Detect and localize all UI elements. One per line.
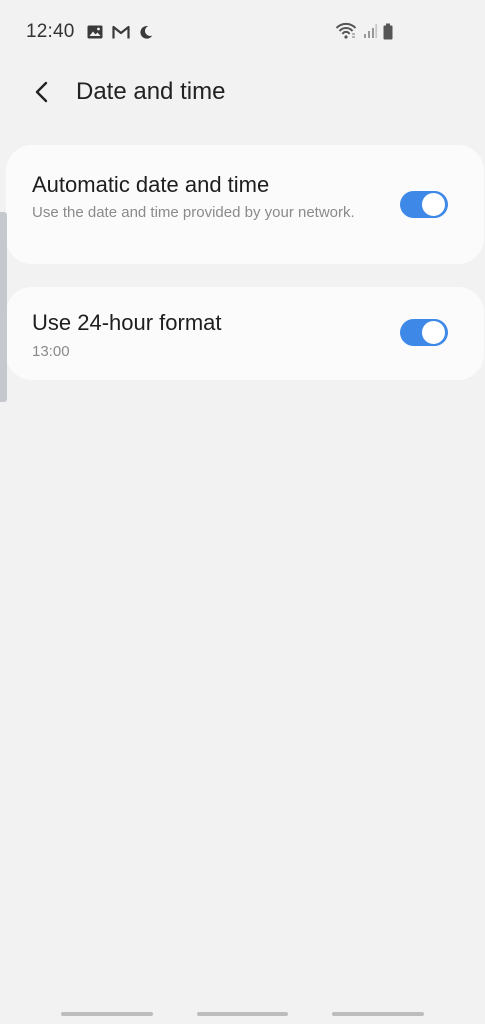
edge-panel-handle[interactable] xyxy=(0,212,7,402)
system-icons xyxy=(335,22,393,40)
status-bar: 12:40 xyxy=(0,0,485,62)
signal-icon xyxy=(364,24,377,38)
back-gesture-hint[interactable] xyxy=(332,1012,424,1016)
notification-icons xyxy=(87,24,153,40)
status-time: 12:40 xyxy=(26,21,75,42)
automatic-date-time-subtitle: Use the date and time provided by your n… xyxy=(32,204,355,221)
gmail-icon xyxy=(112,25,130,38)
app-bar: Date and time xyxy=(0,70,485,114)
battery-icon xyxy=(383,23,393,39)
page-title: Date and time xyxy=(76,78,226,105)
recents-gesture-hint[interactable] xyxy=(61,1012,153,1016)
wifi-icon xyxy=(335,22,357,39)
use-24-hour-format-toggle[interactable] xyxy=(400,319,448,346)
automatic-date-time-title: Automatic date and time xyxy=(32,172,270,197)
back-button[interactable] xyxy=(26,76,58,108)
date-time-settings-screen: 12:40 Date and time Automatic date and t… xyxy=(0,0,485,1024)
gesture-nav-bar xyxy=(0,1000,485,1024)
do-not-disturb-moon-icon xyxy=(140,25,153,39)
use-24-hour-format-example: 13:00 xyxy=(32,343,70,360)
use-24-hour-format-row[interactable]: Use 24-hour format 13:00 xyxy=(6,287,484,380)
home-gesture-hint[interactable] xyxy=(197,1012,288,1016)
toggle-knob xyxy=(420,319,447,346)
toggle-knob xyxy=(420,191,447,218)
automatic-date-time-row[interactable]: Automatic date and time Use the date and… xyxy=(6,145,484,264)
back-arrow-icon xyxy=(35,81,48,103)
automatic-date-time-toggle[interactable] xyxy=(400,191,448,218)
use-24-hour-format-title: Use 24-hour format xyxy=(32,310,222,335)
gallery-icon xyxy=(87,25,103,39)
